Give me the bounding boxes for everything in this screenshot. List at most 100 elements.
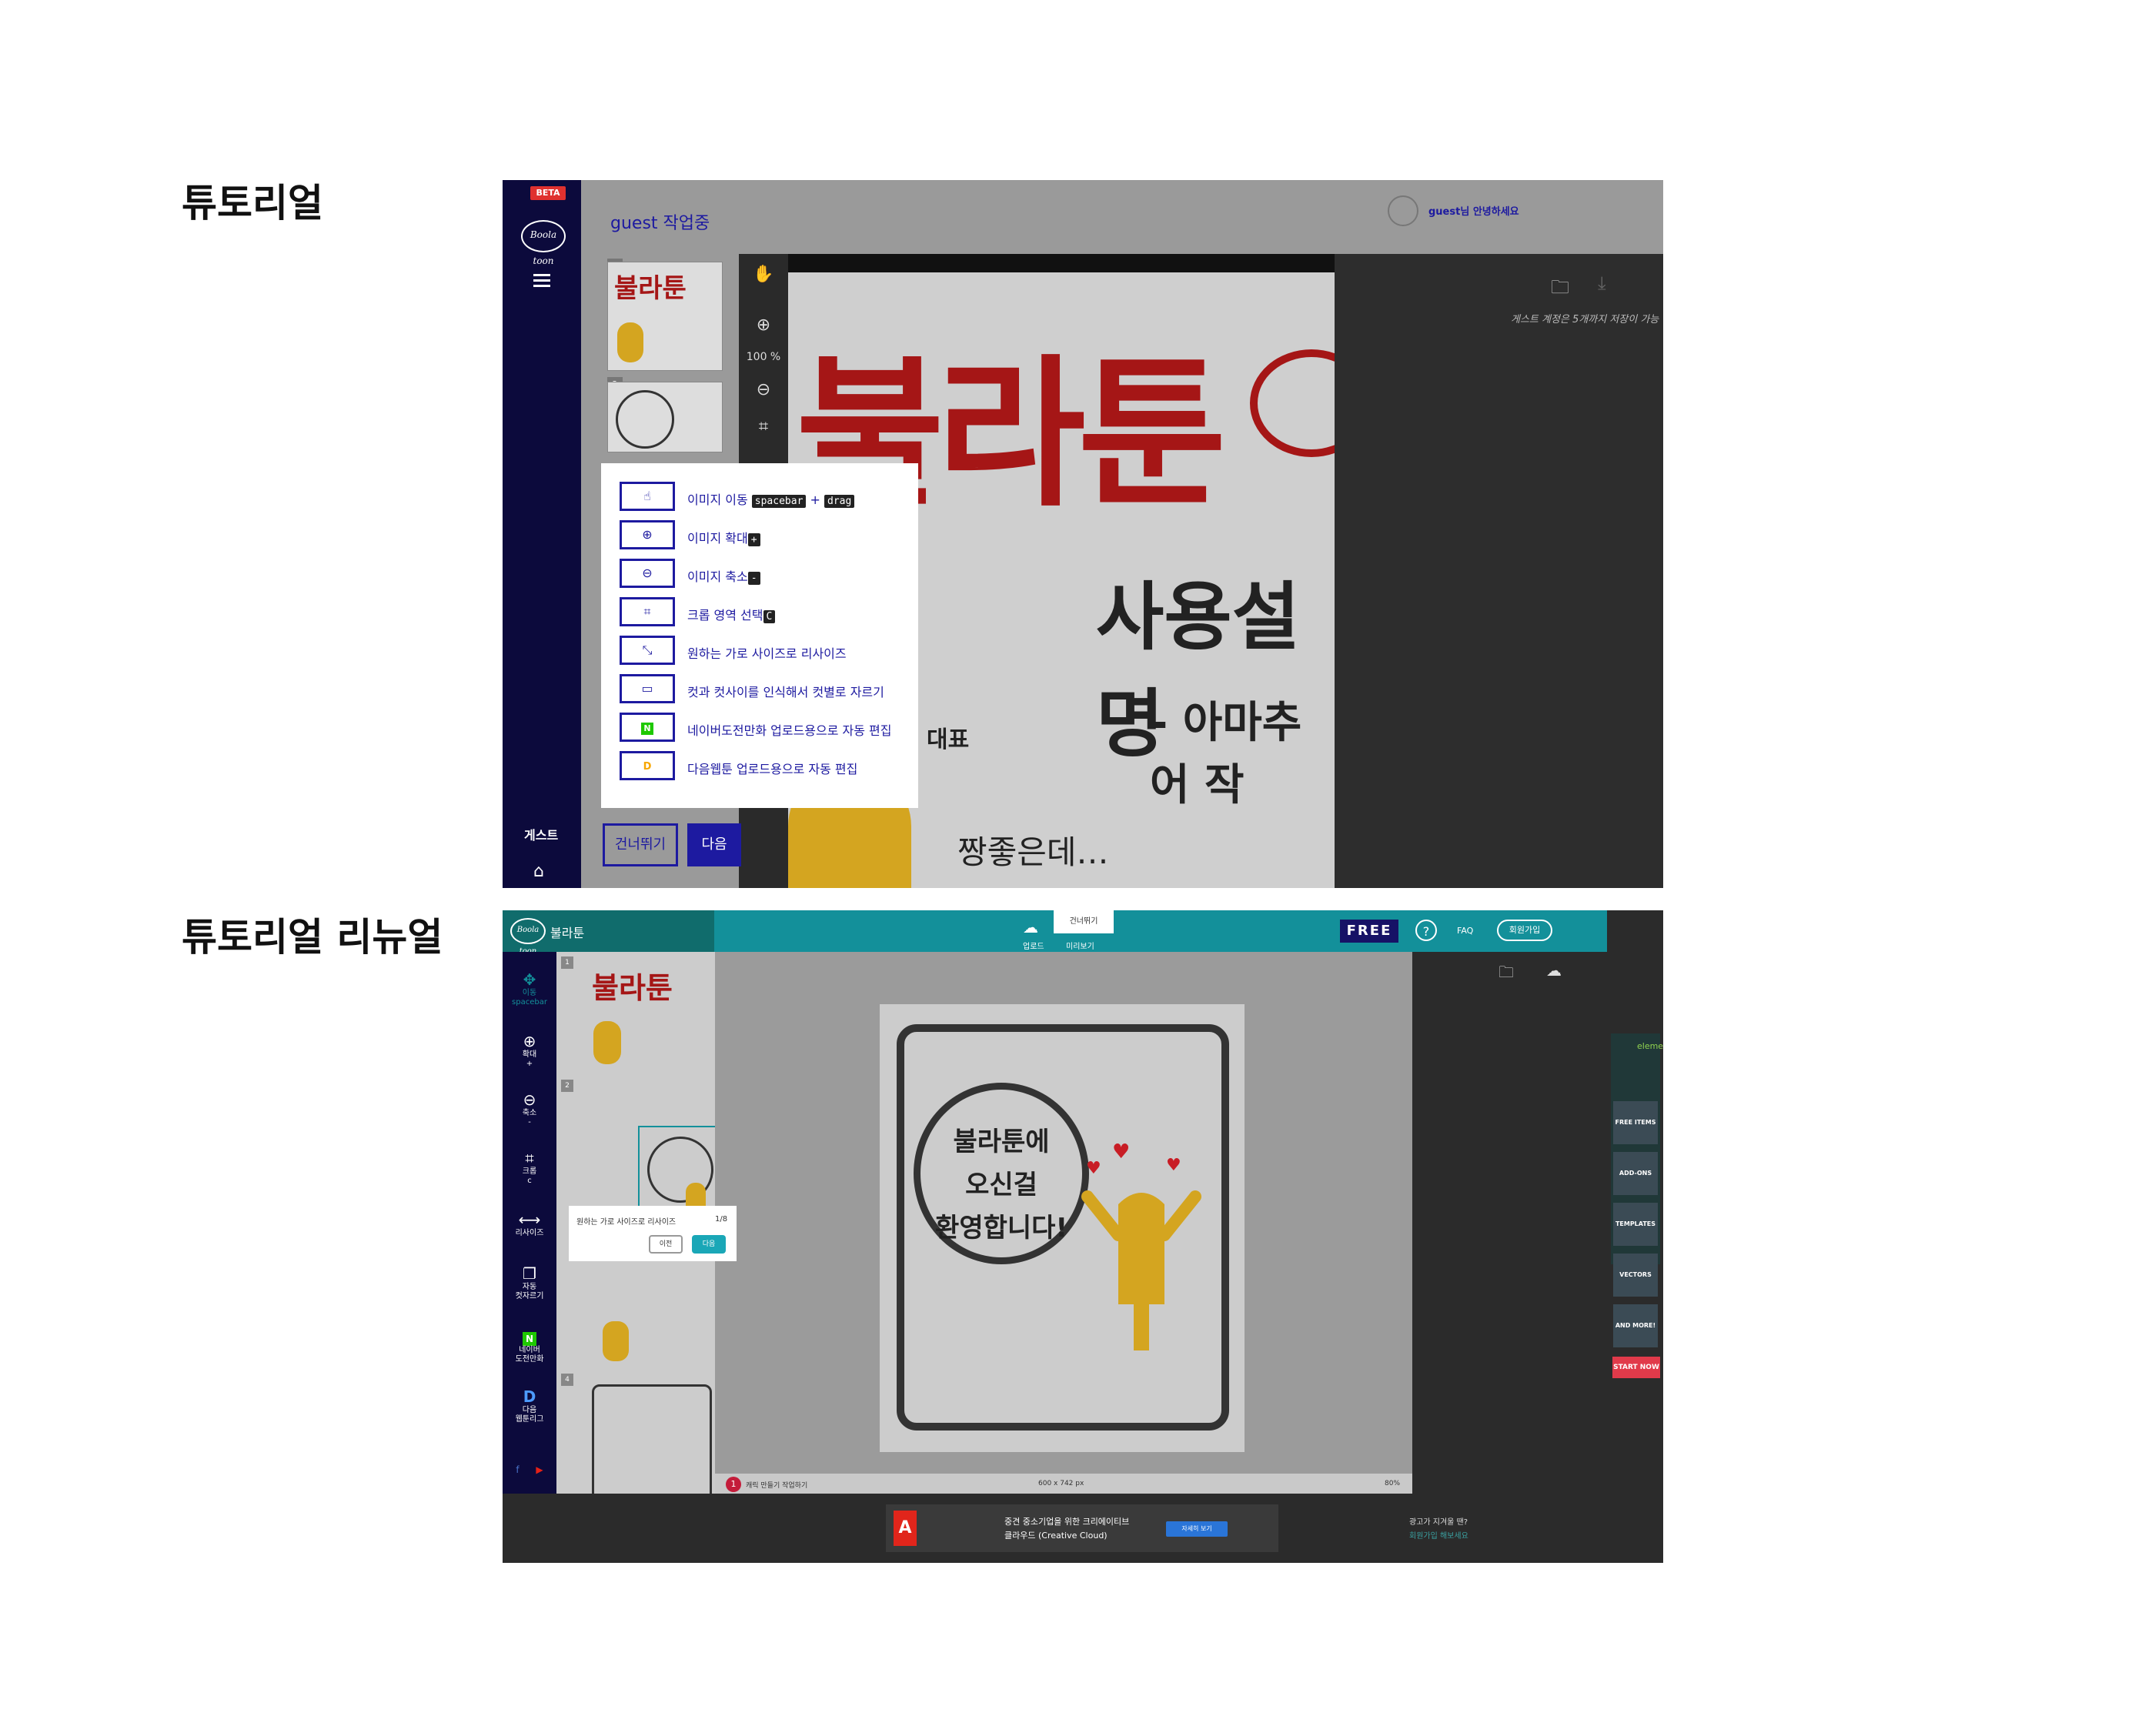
screenshot-tutorial-renewal: Boola toon 불라툰 ☁ 업로드 건너뛰기 미리보기 FREE ? FA… [503, 910, 1663, 1563]
help-icon[interactable]: ? [1415, 920, 1437, 941]
beta-badge: BETA [530, 186, 566, 200]
faq-link[interactable]: FAQ [1457, 926, 1473, 936]
move-icon: ✥ [523, 970, 536, 989]
signup-button[interactable]: 회원가입 [1497, 920, 1552, 941]
page-number-badge: 1 [726, 1477, 741, 1492]
thumbnail[interactable] [592, 1384, 712, 1494]
upload-label[interactable]: 업로드 [1023, 940, 1044, 951]
app-logo[interactable]: Boola toon [510, 918, 546, 956]
crop-icon: ⌗ [525, 1149, 534, 1167]
key-plus: + [747, 533, 760, 546]
ad-text-line1: 중견 중소기업을 위한 크리에이티브 [1004, 1517, 1130, 1527]
thumb-title: 불라툰 [592, 971, 673, 1005]
popup-prev-button[interactable]: 이전 [649, 1235, 683, 1254]
thumb-number: 2 [561, 1080, 573, 1092]
popup-text: 원하는 가로 사이즈로 리사이즈 [576, 1218, 677, 1227]
thumb-number: 1 [561, 956, 573, 969]
free-badge[interactable]: FREE [1340, 920, 1398, 943]
zoom-in-icon[interactable]: ⊕ [739, 315, 788, 335]
resize-icon: ⤡ [620, 636, 675, 665]
tutorial-popup: 원하는 가로 사이즈로 리사이즈 1/8 이전 다음 [569, 1206, 737, 1261]
ad-item[interactable]: FREE ITEMS [1613, 1101, 1658, 1144]
tool-label: 축소 [522, 1109, 537, 1117]
tool-resize[interactable]: ⟷ 리사이즈 [503, 1210, 556, 1238]
guest-label[interactable]: 게스트 [524, 825, 558, 843]
home-icon[interactable]: ⌂ [533, 862, 544, 881]
image-canvas[interactable]: 불라툰에 오신걸 환영합니다! ♥ ♥ ♥ [880, 1004, 1245, 1452]
zoom-level: 100 % [746, 351, 781, 363]
key-minus: - [747, 572, 760, 585]
hand-icon: ☝ [620, 482, 675, 511]
storage-note: 게스트 계정은 5개까지 저장이 가능 [1511, 314, 1659, 326]
status-label: 캐릭 만들기 작업하기 [746, 1482, 808, 1490]
menu-icon[interactable] [533, 274, 550, 288]
daum-icon: D [523, 1387, 536, 1406]
tool-naver[interactable]: N 네이버 도전만화 [503, 1327, 556, 1364]
cut-icon: ▭ [620, 674, 675, 703]
canvas-line3: - 아마추어 작 [1150, 698, 1302, 810]
item-label: 네이버도전만화 업로드용으로 자동 편집 [687, 723, 892, 738]
tool-move[interactable]: ✥ 이동 spacebar [503, 970, 556, 1007]
ad-more-button[interactable]: 자세히 보기 [1166, 1521, 1228, 1537]
tool-label: 이동 [522, 989, 537, 997]
app-logo[interactable]: Boola toon [521, 220, 566, 266]
cloud-download-icon[interactable]: ☁ [1546, 961, 1562, 980]
ad-item[interactable]: AND MORE! [1613, 1304, 1658, 1347]
skip-tooltip[interactable]: 건너뛰기 [1054, 910, 1114, 933]
hand-icon[interactable]: ✋ [739, 265, 788, 284]
right-panel [1335, 254, 1663, 888]
folder-icon[interactable]: 🗀 [1551, 274, 1569, 305]
naver-icon: N [620, 713, 675, 742]
zoom-level: 80% [1385, 1480, 1401, 1487]
tool-sub: c [527, 1177, 532, 1185]
thumbnail[interactable]: 불라툰 [607, 262, 723, 371]
key-spacebar: spacebar [751, 495, 807, 508]
popup-page: 1/8 [715, 1215, 728, 1224]
tool-label: 리사이즈 [515, 1229, 544, 1237]
download-icon[interactable]: ⤓ [1598, 272, 1606, 294]
key-separator: + [810, 492, 820, 507]
item-label: 원하는 가로 사이즈로 리사이즈 [687, 646, 847, 661]
zoom-in-icon: ⊕ [523, 1032, 536, 1050]
youtube-icon[interactable]: ▶ [536, 1464, 543, 1475]
work-title: guest 작업중 [610, 214, 710, 233]
zoom-out-icon[interactable]: ⊖ [739, 380, 788, 399]
social-links: f ▶ [503, 1464, 556, 1475]
tool-auto-cut[interactable]: ❐ 자동 컷자르기 [503, 1264, 556, 1301]
folder-icon[interactable]: 🗀 [1498, 961, 1514, 987]
adobe-logo-icon: A [894, 1511, 917, 1546]
ad-item[interactable]: ADD-ONS [1613, 1152, 1658, 1195]
avatar[interactable] [1388, 195, 1418, 226]
tool-crop[interactable]: ⌗ 크롭 c [503, 1149, 556, 1186]
crop-icon[interactable]: ⌗ [739, 417, 788, 436]
tool-zoom-out[interactable]: ⊖ 축소 - [503, 1090, 556, 1127]
ad-item[interactable]: TEMPLATES [1613, 1203, 1658, 1246]
canvas-top-bar [788, 254, 1335, 272]
tool-label: 크롭 [522, 1167, 537, 1176]
daum-icon: D [620, 751, 675, 780]
tool-label: 자동 [522, 1283, 537, 1291]
ad-banner[interactable]: A 중견 중소기업을 위한 크리에이티브 클라우드 (Creative Clou… [886, 1504, 1278, 1552]
next-button[interactable]: 다음 [687, 823, 741, 866]
popup-next-button[interactable]: 다음 [692, 1235, 726, 1254]
character-image [617, 322, 643, 362]
crop-icon: ⌗ [620, 597, 675, 626]
facebook-icon[interactable]: f [516, 1464, 519, 1475]
screenshot-tutorial: BETA Boola toon 게스트 ⌂ guest 작업중 guest님 안… [503, 180, 1663, 888]
thumbnail[interactable] [607, 382, 723, 452]
ad-item[interactable]: VECTORS [1613, 1254, 1658, 1297]
item-label: 이미지 이동 [687, 492, 748, 507]
preview-label[interactable]: 미리보기 [1066, 940, 1094, 951]
zoom-out-icon: ⊖ [620, 559, 675, 588]
skip-button[interactable]: 건너뛰기 [603, 823, 678, 866]
zoom-out-icon: ⊖ [523, 1090, 536, 1109]
ad-start-button[interactable]: START NOW [1612, 1357, 1660, 1378]
left-toolbar: ✥ 이동 spacebar ⊕ 확대 + ⊖ 축소 - ⌗ 크롭 c ⟷ 리사이… [503, 952, 556, 1494]
svg-text:♥: ♥ [1112, 1143, 1130, 1163]
tool-daum[interactable]: D 다음 웹툰리그 [503, 1387, 556, 1424]
tool-zoom-in[interactable]: ⊕ 확대 + [503, 1032, 556, 1069]
upload-cloud-icon[interactable]: ☁ [1023, 918, 1038, 936]
ad-signup-link[interactable]: 회원가입 해보세요 [1409, 1529, 1468, 1541]
key-drag: drag [824, 495, 855, 508]
character-image [593, 1021, 621, 1064]
